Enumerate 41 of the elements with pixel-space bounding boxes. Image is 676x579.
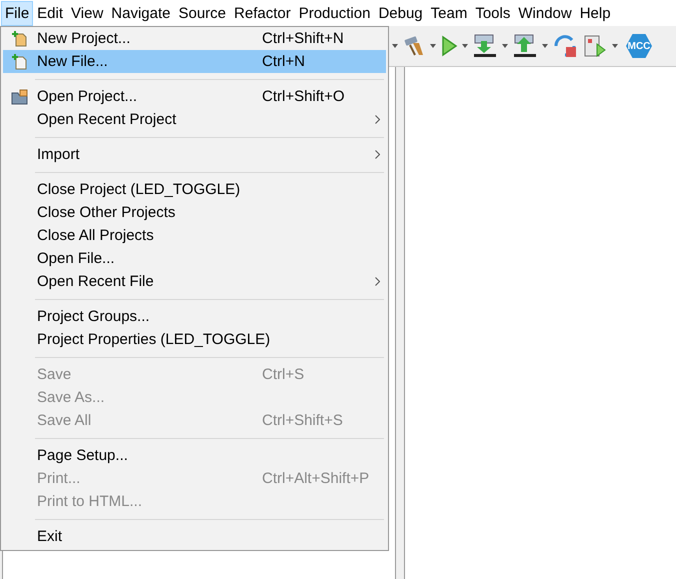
menu-bar-item[interactable]: Refactor (230, 0, 295, 26)
play-icon[interactable] (440, 35, 458, 57)
new-document-icon (12, 54, 28, 70)
menu-item[interactable]: Project Groups... (3, 305, 386, 328)
new-document-icon (12, 30, 28, 46)
menu-bar-item[interactable]: Team (426, 0, 472, 26)
menu-bar-item[interactable]: Tools (471, 0, 514, 26)
menu-item[interactable]: Open Recent File (3, 270, 386, 293)
caret-icon[interactable] (430, 44, 436, 48)
menu-item[interactable]: Close Project (LED_TOGGLE) (3, 178, 386, 201)
menu-bar-item[interactable]: Help (576, 0, 615, 26)
caret-icon[interactable] (392, 44, 398, 48)
menu-item[interactable]: Page Setup... (3, 444, 386, 467)
caret-icon[interactable] (612, 44, 618, 48)
upload-chip-icon[interactable] (512, 33, 538, 59)
chip-play-icon[interactable] (582, 33, 608, 59)
menu-item[interactable]: Import (3, 143, 386, 166)
refresh-icon[interactable] (552, 33, 578, 59)
menu-bar-item[interactable]: File (1, 0, 34, 26)
folder-icon (11, 88, 29, 104)
menu-item[interactable]: Exit (3, 525, 386, 548)
menu-item[interactable]: Open Project... Ctrl+Shift+O (3, 85, 386, 108)
menu-bar-item[interactable]: Navigate (107, 0, 174, 26)
menu-bar-item[interactable]: Debug (374, 0, 427, 26)
menu-item[interactable]: Close Other Projects (3, 201, 386, 224)
menu-item[interactable]: New File... Ctrl+N (3, 50, 386, 73)
mcc-button[interactable]: MCC (626, 34, 652, 58)
download-chip-icon[interactable] (472, 33, 498, 59)
menu-bar-item[interactable]: Source (174, 0, 230, 26)
menu-item[interactable]: Open Recent Project (3, 108, 386, 131)
menu-item[interactable]: Project Properties (LED_TOGGLE) (3, 328, 386, 351)
menu-item[interactable]: Open File... (3, 247, 386, 270)
menu-bar-item[interactable]: View (67, 0, 108, 26)
caret-icon[interactable] (502, 44, 508, 48)
menu-bar-item[interactable]: Edit (33, 0, 68, 26)
menu-bar-item[interactable]: Window (514, 0, 576, 26)
caret-icon[interactable] (542, 44, 548, 48)
caret-icon[interactable] (462, 44, 468, 48)
menu-bar-item[interactable]: Production (294, 0, 374, 26)
menu-item[interactable]: New Project... Ctrl+Shift+N (3, 27, 386, 50)
menu-item[interactable]: Close All Projects (3, 224, 386, 247)
